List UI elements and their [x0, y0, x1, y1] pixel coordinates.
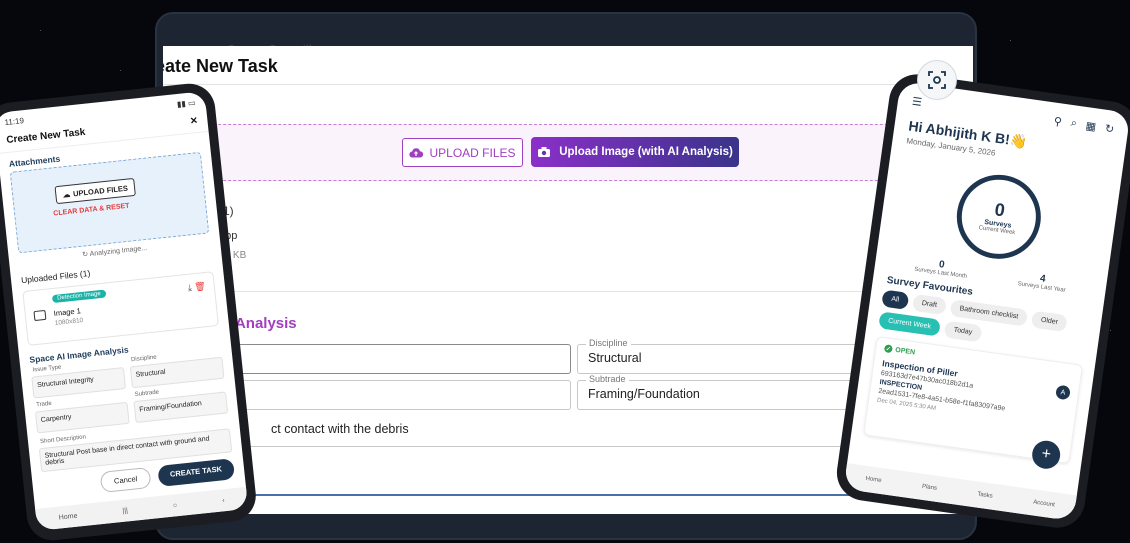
- delete-icon[interactable]: 🗑: [194, 281, 207, 293]
- subtrade-label: Subtrade: [134, 389, 160, 399]
- upload-files-label: UPLOAD FILES: [72, 183, 129, 198]
- camera-icon: [538, 147, 551, 157]
- discipline-label: Discipline: [586, 338, 631, 348]
- close-icon[interactable]: ×: [190, 113, 198, 128]
- surveys-count: 0: [993, 199, 1007, 221]
- nav-home[interactable]: Home: [865, 476, 882, 484]
- upload-files-button[interactable]: UPLOAD FILES: [402, 138, 523, 167]
- status-text: OPEN: [894, 346, 916, 356]
- image-name: Image 1: [53, 306, 82, 319]
- create-task-button[interactable]: CREATE TASK: [157, 458, 236, 487]
- check-icon: ✓: [883, 344, 893, 354]
- upload-files-button[interactable]: ☁ UPLOAD FILES: [54, 177, 136, 205]
- image-icon: [33, 309, 47, 322]
- cancel-button[interactable]: Cancel: [100, 466, 152, 493]
- plus-icon: +: [1040, 445, 1053, 464]
- nav-account[interactable]: Account: [1033, 499, 1055, 508]
- status-time: 11:19: [4, 116, 25, 128]
- dialog-title-text: Create New Task: [5, 126, 86, 147]
- detection-badge: Detection Image: [51, 289, 107, 304]
- discipline-label: Discipline: [130, 354, 157, 364]
- trade-field[interactable]: [221, 380, 571, 410]
- right-phone-screen: ☰ ⚲ ⌕ ▦ ↻ Hi Abhijith K B!👋 Monday, Janu…: [843, 80, 1130, 522]
- upload-image-ai-label: Upload Image (with AI Analysis): [559, 146, 733, 158]
- upload-image-ai-button[interactable]: Upload Image (with AI Analysis): [531, 137, 739, 167]
- chip-draft[interactable]: Draft: [911, 293, 947, 316]
- nav-home[interactable]: Home: [58, 512, 77, 521]
- divider: [163, 291, 943, 292]
- nav-plans[interactable]: Plans: [922, 484, 938, 492]
- chip-older[interactable]: Older: [1030, 310, 1069, 333]
- left-phone-device: 11:19 ▮▮ ▭ Create New Task × Attachments…: [0, 81, 259, 543]
- refresh-icon[interactable]: ↻: [1104, 122, 1115, 136]
- issue-type-field[interactable]: [221, 344, 571, 374]
- chip-today[interactable]: Today: [943, 320, 983, 343]
- scan-button[interactable]: [917, 60, 957, 100]
- nav-tasks[interactable]: Tasks: [977, 492, 993, 500]
- short-description-text[interactable]: ct contact with the debris: [271, 422, 409, 436]
- recents-icon[interactable]: |||: [122, 507, 128, 515]
- surveys-ring: 0 Surveys Current Week: [951, 169, 1047, 265]
- image-size: 1080x810: [54, 317, 84, 327]
- search-icon[interactable]: ⌕: [1070, 117, 1078, 131]
- subtrade-label: Subtrade: [586, 374, 629, 384]
- chip-all[interactable]: All: [881, 289, 910, 310]
- download-icon[interactable]: ⤓: [187, 282, 192, 293]
- dialog-title: eate New Task: [163, 56, 278, 76]
- toolbar-icons: ⚲ ⌕ ▦ ↻: [1053, 115, 1115, 136]
- trade-label: Trade: [35, 400, 52, 409]
- subtrade-value: Framing/Foundation: [588, 387, 700, 401]
- upload-files-label: UPLOAD FILES: [429, 145, 516, 160]
- subtrade-field[interactable]: Subtrade Framing/Foundation: [132, 383, 229, 424]
- attachments-dropzone[interactable]: UPLOAD FILES Upload Image (with AI Analy…: [163, 124, 943, 181]
- clear-reset-button[interactable]: CLEAR DATA & RESET: [53, 203, 130, 218]
- menu-icon[interactable]: ☰: [911, 95, 923, 109]
- chip-current-week[interactable]: Current Week: [878, 311, 942, 337]
- divider: [163, 84, 973, 85]
- cloud-upload-icon: [409, 147, 424, 158]
- scan-icon: [928, 71, 946, 89]
- home-circle-icon[interactable]: ○: [173, 502, 178, 509]
- discipline-value: Structural: [588, 351, 642, 365]
- back-icon[interactable]: ‹: [222, 497, 225, 504]
- left-phone-screen: 11:19 ▮▮ ▭ Create New Task × Attachments…: [0, 91, 249, 531]
- battery-icon: ▮▮ ▭: [176, 98, 196, 109]
- divider: [221, 446, 933, 447]
- focused-input-underline[interactable]: [221, 494, 933, 496]
- location-icon[interactable]: ⚲: [1053, 115, 1063, 129]
- calendar-icon[interactable]: ▦: [1085, 119, 1097, 133]
- cloud-upload-icon: ☁: [62, 189, 71, 199]
- trade-field[interactable]: Trade Carpentry: [34, 393, 130, 434]
